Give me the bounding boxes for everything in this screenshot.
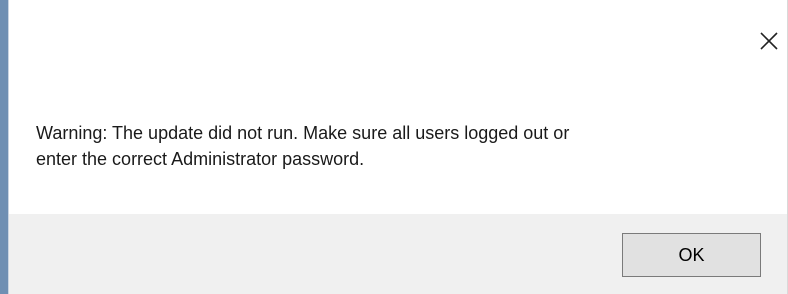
ok-button[interactable]: OK — [622, 233, 761, 277]
message-line-1: Warning: The update did not run. Make su… — [36, 123, 570, 143]
close-icon — [760, 32, 778, 50]
window-edge — [0, 0, 8, 294]
message-dialog: Warning: The update did not run. Make su… — [0, 0, 788, 294]
message-text: Warning: The update did not run. Make su… — [36, 120, 756, 172]
dialog-footer: OK — [9, 214, 787, 294]
message-line-2: enter the correct Administrator password… — [36, 149, 365, 169]
close-button[interactable] — [754, 26, 784, 56]
